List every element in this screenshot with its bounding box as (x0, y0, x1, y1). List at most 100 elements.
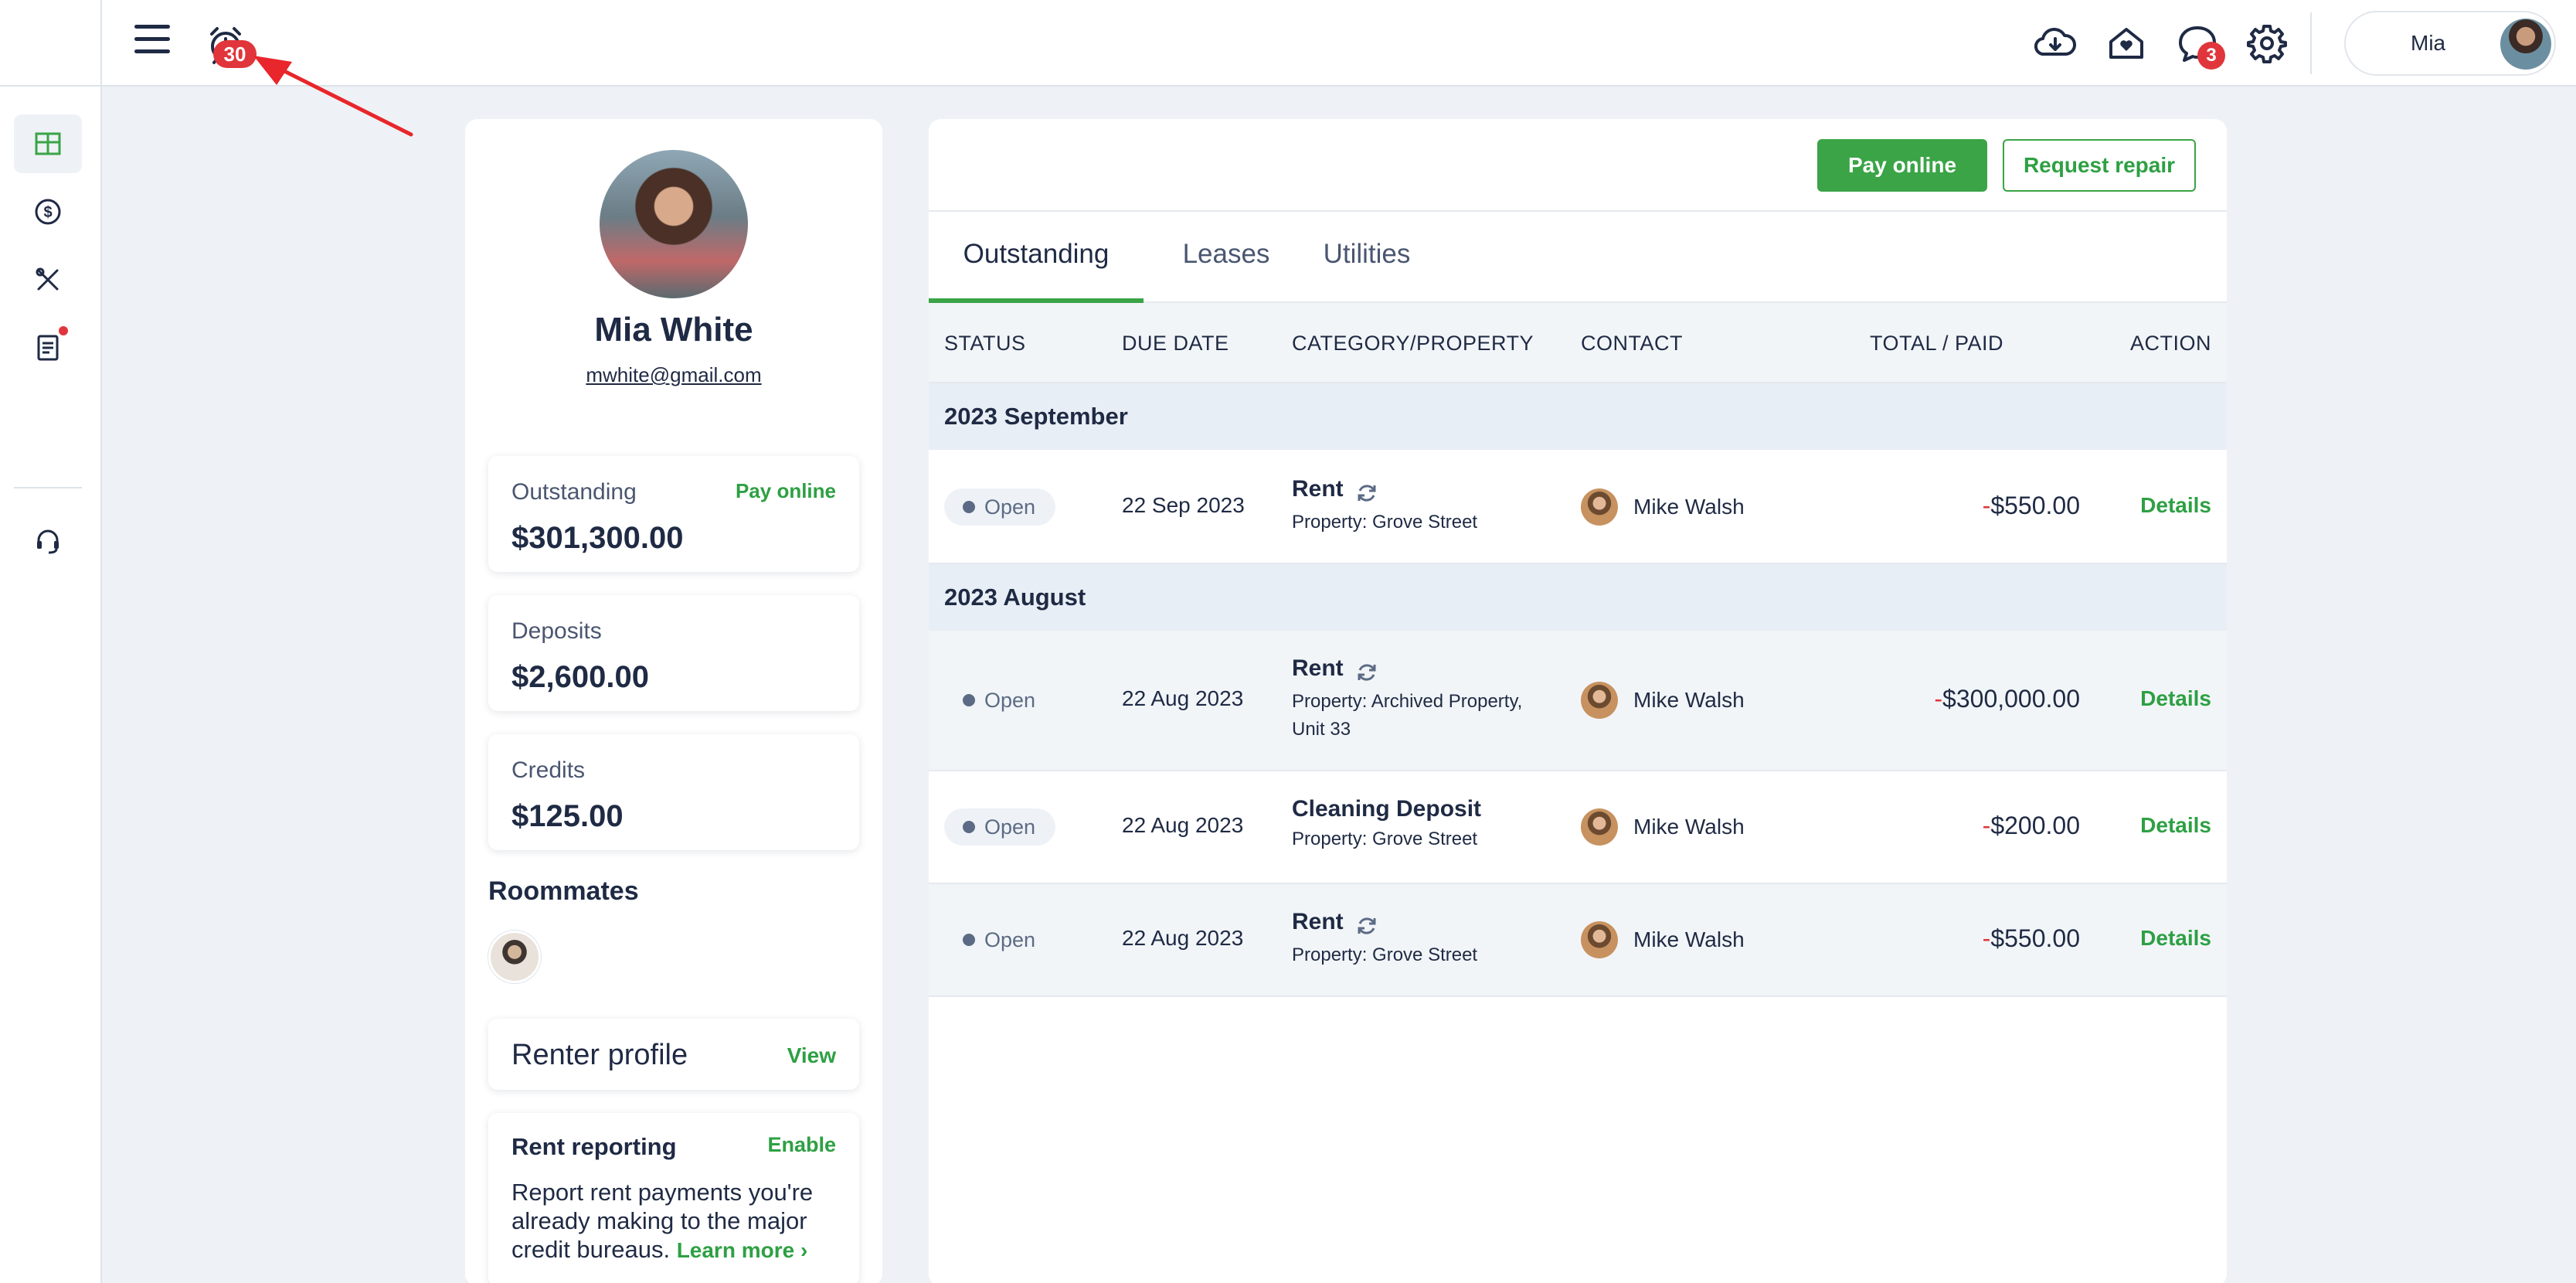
outstanding-label: Outstanding (511, 479, 637, 505)
tab-utilities[interactable]: Utilities (1309, 212, 1425, 303)
details-link[interactable]: Details (2140, 493, 2211, 518)
contact-avatar (1581, 808, 1618, 846)
profile-email-link[interactable]: mwhite@gmail.com (465, 363, 882, 387)
contact-name: Mike Walsh (1633, 495, 1745, 519)
recurring-icon (1358, 664, 1376, 681)
dollar-circle-icon: $ (35, 199, 61, 225)
status-badge: Open (944, 921, 1055, 958)
sidebar-item-payments[interactable]: $ (14, 182, 82, 241)
header-contact[interactable]: CONTACT (1581, 303, 1683, 383)
category-title: Rent (1292, 476, 1344, 502)
sidebar: $ (0, 87, 102, 1283)
total-amount: -$200.00 (1982, 812, 2080, 839)
chevron-right-icon: › (800, 1238, 808, 1262)
tab-outstanding[interactable]: Outstanding (929, 212, 1144, 305)
contact-cell: Mike Walsh (1581, 488, 1745, 526)
sidebar-item-documents[interactable] (14, 318, 82, 377)
sidebar-item-maintenance[interactable] (14, 250, 82, 309)
group-label: 2023 August (944, 584, 1086, 611)
request-repair-button[interactable]: Request repair (2003, 139, 2196, 192)
outstanding-pay-online-link[interactable]: Pay online (736, 479, 836, 503)
rent-reporting-enable-link[interactable]: Enable (767, 1133, 836, 1157)
credits-value: $125.00 (511, 799, 624, 833)
header-action: ACTION (2129, 332, 2211, 355)
top-bar-logo-area (0, 0, 102, 87)
table-row[interactable]: Open 22 Aug 2023 Cleaning Deposit Proper… (929, 771, 2227, 884)
cloud-download-icon[interactable] (2032, 20, 2078, 66)
user-menu[interactable]: Mia (2344, 11, 2556, 76)
deposits-box: Deposits $2,600.00 (488, 595, 859, 711)
property-text: Property: Grove Street (1292, 944, 1478, 965)
total-amount: -$300,000.00 (1934, 685, 2080, 713)
bills-card: Pay online Request repair Outstanding Le… (929, 119, 2227, 1283)
credits-box: Credits $125.00 (488, 734, 859, 850)
pay-online-button[interactable]: Pay online (1817, 139, 1987, 192)
learn-more-link[interactable]: Learn more › (677, 1238, 808, 1262)
rent-reporting-description: Report rent payments you're already maki… (511, 1178, 836, 1264)
deposits-value: $2,600.00 (511, 660, 649, 694)
annotation-arrow-icon (253, 56, 413, 137)
property-text: Property: Grove Street (1292, 829, 1478, 849)
contact-avatar (1581, 921, 1618, 958)
details-link[interactable]: Details (2140, 686, 2211, 711)
category-title: Rent (1292, 655, 1344, 681)
contact-name: Mike Walsh (1633, 815, 1745, 839)
header-status[interactable]: STATUS (944, 303, 1026, 383)
hamburger-menu-icon[interactable] (134, 25, 170, 56)
due-date: 22 Sep 2023 (1122, 493, 1245, 517)
contact-cell: Mike Walsh (1581, 808, 1745, 846)
table-row[interactable]: Open 22 Sep 2023 Rent Property: Grove St… (929, 450, 2227, 564)
contact-avatar (1581, 682, 1618, 719)
home-heart-icon[interactable] (2103, 20, 2149, 66)
header-category[interactable]: CATEGORY/PROPERTY (1292, 303, 1534, 383)
header-due-date[interactable]: DUE DATE (1122, 303, 1229, 383)
table-row[interactable]: Open 22 Aug 2023 Rent Property: Archived… (929, 631, 2227, 771)
details-link[interactable]: Details (2140, 926, 2211, 951)
property-text: Property: Archived Property, Unit 33 (1292, 690, 1523, 740)
profile-avatar (600, 150, 748, 298)
status-badge: Open (944, 682, 1055, 719)
table-header: STATUS DUE DATE CATEGORY/PROPERTY CONTAC… (929, 303, 2227, 383)
renter-profile-title: Renter profile (511, 1039, 688, 1071)
group-label: 2023 September (944, 403, 1128, 430)
roommates-title: Roommates (488, 876, 639, 906)
renter-profile-view-link[interactable]: View (787, 1043, 836, 1068)
roommate-avatar[interactable] (488, 931, 541, 983)
tabs: Outstanding Leases Utilities (929, 212, 2227, 305)
user-name: Mia (2411, 31, 2446, 55)
details-link[interactable]: Details (2140, 813, 2211, 838)
contact-name: Mike Walsh (1633, 688, 1745, 712)
gear-icon[interactable] (2244, 20, 2290, 66)
recurring-icon (1358, 485, 1376, 502)
documents-notification-dot (59, 326, 68, 335)
headset-icon (37, 529, 59, 554)
recurring-icon (1358, 917, 1376, 934)
contact-name: Mike Walsh (1633, 927, 1745, 951)
rent-reporting-box: Rent reporting Enable Report rent paymen… (488, 1113, 859, 1283)
svg-text:$: $ (43, 204, 52, 221)
property-text: Property: Grove Street (1292, 511, 1478, 533)
sidebar-item-dashboard[interactable] (14, 114, 82, 173)
profile-card: Mia White mwhite@gmail.com Outstanding P… (465, 119, 882, 1283)
rent-reporting-title: Rent reporting (511, 1133, 677, 1160)
due-date: 22 Aug 2023 (1122, 686, 1244, 710)
profile-name: Mia White (594, 311, 753, 349)
document-icon (37, 335, 59, 361)
group-header: 2023 August (929, 564, 2227, 631)
status-badge: Open (944, 808, 1056, 846)
category-title: Cleaning Deposit (1292, 796, 1482, 822)
user-avatar (2500, 19, 2551, 70)
tab-leases[interactable]: Leases (1168, 212, 1284, 303)
due-date: 22 Aug 2023 (1122, 813, 1244, 837)
sidebar-divider (14, 487, 82, 488)
chat-count-badge: 3 (2197, 42, 2225, 70)
header-total[interactable]: TOTAL / PAID (1870, 303, 2003, 383)
category-cell: Rent Property: Grove Street (1292, 476, 1555, 536)
credits-label: Credits (511, 757, 586, 783)
outstanding-box: Outstanding Pay online $301,300.00 (488, 456, 859, 572)
due-date: 22 Aug 2023 (1122, 926, 1244, 950)
contact-cell: Mike Walsh (1581, 682, 1745, 719)
top-bar-divider (2310, 12, 2312, 74)
table-row[interactable]: Open 22 Aug 2023 Rent Property: Grove St… (929, 884, 2227, 997)
sidebar-item-support[interactable] (14, 512, 82, 570)
